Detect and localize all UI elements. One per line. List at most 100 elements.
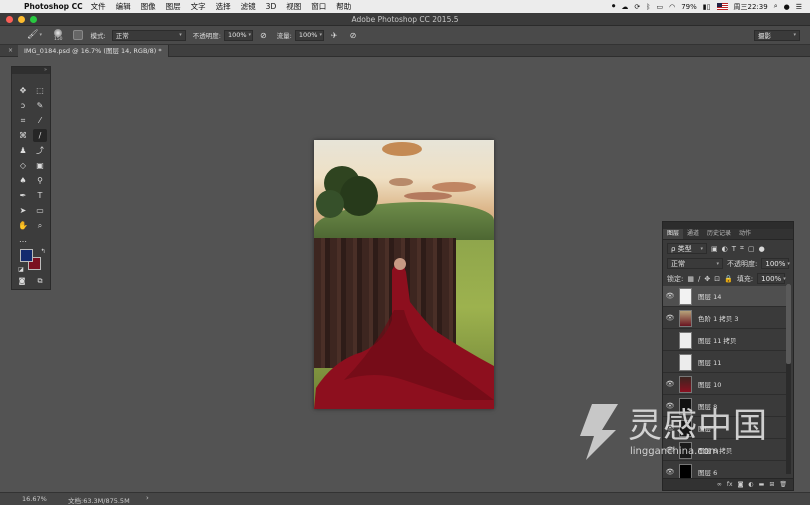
clock[interactable]: 周三22:39 — [734, 2, 768, 12]
visibility-eye-icon[interactable]: 👁 — [663, 314, 677, 322]
crop-icon[interactable]: ⌗ — [16, 114, 30, 127]
pressure-opacity-icon[interactable]: ⊘ — [260, 31, 267, 40]
gradient-icon[interactable]: ▣ — [33, 159, 47, 172]
rectangle-icon[interactable]: ▭ — [33, 204, 47, 217]
airbrush-icon[interactable]: ✈ — [331, 31, 338, 40]
sync-icon[interactable]: ⟳ — [634, 3, 640, 11]
stamp-icon[interactable]: ♟ — [16, 144, 30, 157]
visibility-eye-icon[interactable]: 👁 — [663, 380, 677, 388]
quick-mask-icon[interactable]: ◙ — [15, 275, 29, 288]
menu-select[interactable]: 选择 — [216, 1, 231, 12]
record-icon[interactable]: ⏺ — [612, 2, 616, 11]
mode-select[interactable]: 正常 ▾ — [111, 29, 186, 41]
layer-opacity-input[interactable]: 100% ▾ — [761, 258, 790, 269]
zoom-level[interactable]: 16.67% — [22, 495, 47, 503]
lock-pixels-icon[interactable]: / — [698, 275, 700, 283]
blend-mode-select[interactable]: 正常 ▾ — [667, 258, 723, 269]
screen-mode-icon[interactable]: ⧉ — [33, 275, 47, 288]
flow-input[interactable]: 100% ▾ — [294, 29, 324, 41]
layer-row[interactable]: 图层 11 拷贝 — [663, 330, 787, 351]
filter-adjustment-icon[interactable]: ◐ — [722, 245, 728, 253]
visibility-eye-icon[interactable]: 👁 — [663, 468, 677, 476]
swap-colors-icon[interactable]: ↰ — [36, 245, 50, 258]
link-layers-icon[interactable]: ∞ — [717, 481, 722, 488]
layers-panel-header[interactable] — [663, 222, 793, 229]
layer-filter-select[interactable]: ρ 类型 ▾ — [667, 243, 707, 254]
new-layer-icon[interactable]: ⊞ — [769, 481, 774, 488]
menu-image[interactable]: 图像 — [141, 1, 156, 12]
document-canvas[interactable] — [314, 140, 494, 409]
menu-filter[interactable]: 滤镜 — [241, 1, 256, 12]
type-icon[interactable]: T — [33, 189, 47, 202]
cloud-icon[interactable]: ☁ — [621, 3, 628, 11]
marquee-icon[interactable]: ⬚ — [33, 84, 47, 97]
visibility-eye-icon[interactable]: 👁 — [663, 292, 677, 300]
document-tab[interactable]: IMG_0184.psd @ 16.7% (图层 14, RGB/8) * — [18, 45, 169, 57]
hand-icon[interactable]: ✋ — [16, 219, 30, 232]
brush-size-picker[interactable]: 150 — [54, 28, 63, 42]
notification-center-icon[interactable]: ☰ — [796, 3, 802, 11]
lock-transparent-icon[interactable]: ▦ — [687, 275, 694, 283]
history-brush-icon[interactable]: ⤴ — [33, 144, 47, 157]
battery-text[interactable]: 79% — [681, 3, 697, 11]
foreground-color-swatch[interactable] — [20, 249, 33, 262]
dodge-icon[interactable]: ⚲ — [33, 174, 47, 187]
bluetooth-icon[interactable]: ᛒ — [646, 3, 650, 11]
filter-smart-icon[interactable]: ▢ — [748, 245, 755, 253]
menu-view[interactable]: 视图 — [286, 1, 301, 12]
opacity-input[interactable]: 100% ▾ — [223, 29, 253, 41]
quick-select-icon[interactable]: ✎ — [33, 99, 47, 112]
input-source-flag-icon[interactable] — [716, 3, 728, 10]
wifi-icon[interactable]: ◠ — [669, 3, 675, 11]
add-mask-icon[interactable]: ◙ — [738, 481, 744, 488]
more-tools-icon[interactable]: … — [16, 233, 30, 246]
delete-layer-icon[interactable]: 🗑 — [779, 481, 787, 488]
app-menu[interactable]: Photoshop CC — [24, 2, 83, 11]
user-icon[interactable]: ● — [784, 3, 790, 11]
spotlight-icon[interactable]: ⌕ — [774, 2, 778, 11]
layer-style-icon[interactable]: fx — [727, 481, 733, 488]
eraser-icon[interactable]: ◇ — [16, 159, 30, 172]
layer-row[interactable]: 👁 色阶 1 拷贝 3 — [663, 308, 787, 329]
workspace-select[interactable]: 摄影 ▾ — [754, 29, 800, 41]
brush-tool-preset-icon[interactable]: 🖌 — [27, 30, 38, 40]
blur-icon[interactable]: ♠ — [16, 174, 30, 187]
battery-icon[interactable]: ▮▯ — [703, 3, 711, 11]
eyedropper-icon[interactable]: ⁄ — [33, 114, 47, 127]
lock-all-icon[interactable]: 🔒 — [724, 275, 733, 283]
lock-position-icon[interactable]: ✥ — [704, 275, 710, 283]
pressure-size-icon[interactable]: ⊘ — [350, 31, 357, 40]
menu-layer[interactable]: 图层 — [166, 1, 181, 12]
healing-icon[interactable]: ⌘ — [16, 129, 30, 142]
filter-shape-icon[interactable]: ⌗ — [740, 244, 744, 253]
lasso-icon[interactable]: ↄ — [16, 99, 30, 112]
menu-window[interactable]: 窗口 — [311, 1, 326, 12]
airplay-icon[interactable]: ▭ — [656, 3, 663, 11]
tools-panel-header[interactable]: » — [12, 67, 50, 74]
fill-input[interactable]: 100% ▾ — [757, 273, 786, 284]
filter-type-icon[interactable]: T — [732, 245, 736, 253]
chevron-down-icon[interactable]: ▾ — [39, 32, 42, 38]
pen-icon[interactable]: ✒ — [16, 189, 30, 202]
layer-row[interactable]: 👁 图层 14 — [663, 286, 787, 307]
close-icon[interactable]: × — [8, 47, 13, 54]
menu-help[interactable]: 帮助 — [336, 1, 351, 12]
filter-pixel-icon[interactable]: ▣ — [711, 245, 718, 253]
brush-panel-toggle-icon[interactable] — [72, 30, 83, 40]
menu-type[interactable]: 文字 — [191, 1, 206, 12]
menu-file[interactable]: 文件 — [91, 1, 106, 12]
layer-row[interactable]: 👁 图层 10 — [663, 374, 787, 395]
filter-toggle-icon[interactable]: ● — [759, 245, 765, 253]
tab-layers[interactable]: 图层 — [663, 229, 684, 239]
zoom-window-button[interactable] — [30, 16, 37, 23]
adjustment-layer-icon[interactable]: ◐ — [748, 481, 753, 488]
layer-row[interactable]: 图层 11 — [663, 352, 787, 373]
layers-scrollbar-thumb[interactable] — [786, 284, 791, 364]
path-select-icon[interactable]: ➤ — [16, 204, 30, 217]
zoom-icon[interactable]: ⌕ — [33, 219, 47, 232]
minimize-window-button[interactable] — [18, 16, 25, 23]
menu-edit[interactable]: 编辑 — [116, 1, 131, 12]
brush-icon[interactable]: / — [33, 129, 47, 142]
menu-3d[interactable]: 3D — [266, 2, 277, 11]
tab-history[interactable]: 历史记录 — [703, 229, 735, 239]
